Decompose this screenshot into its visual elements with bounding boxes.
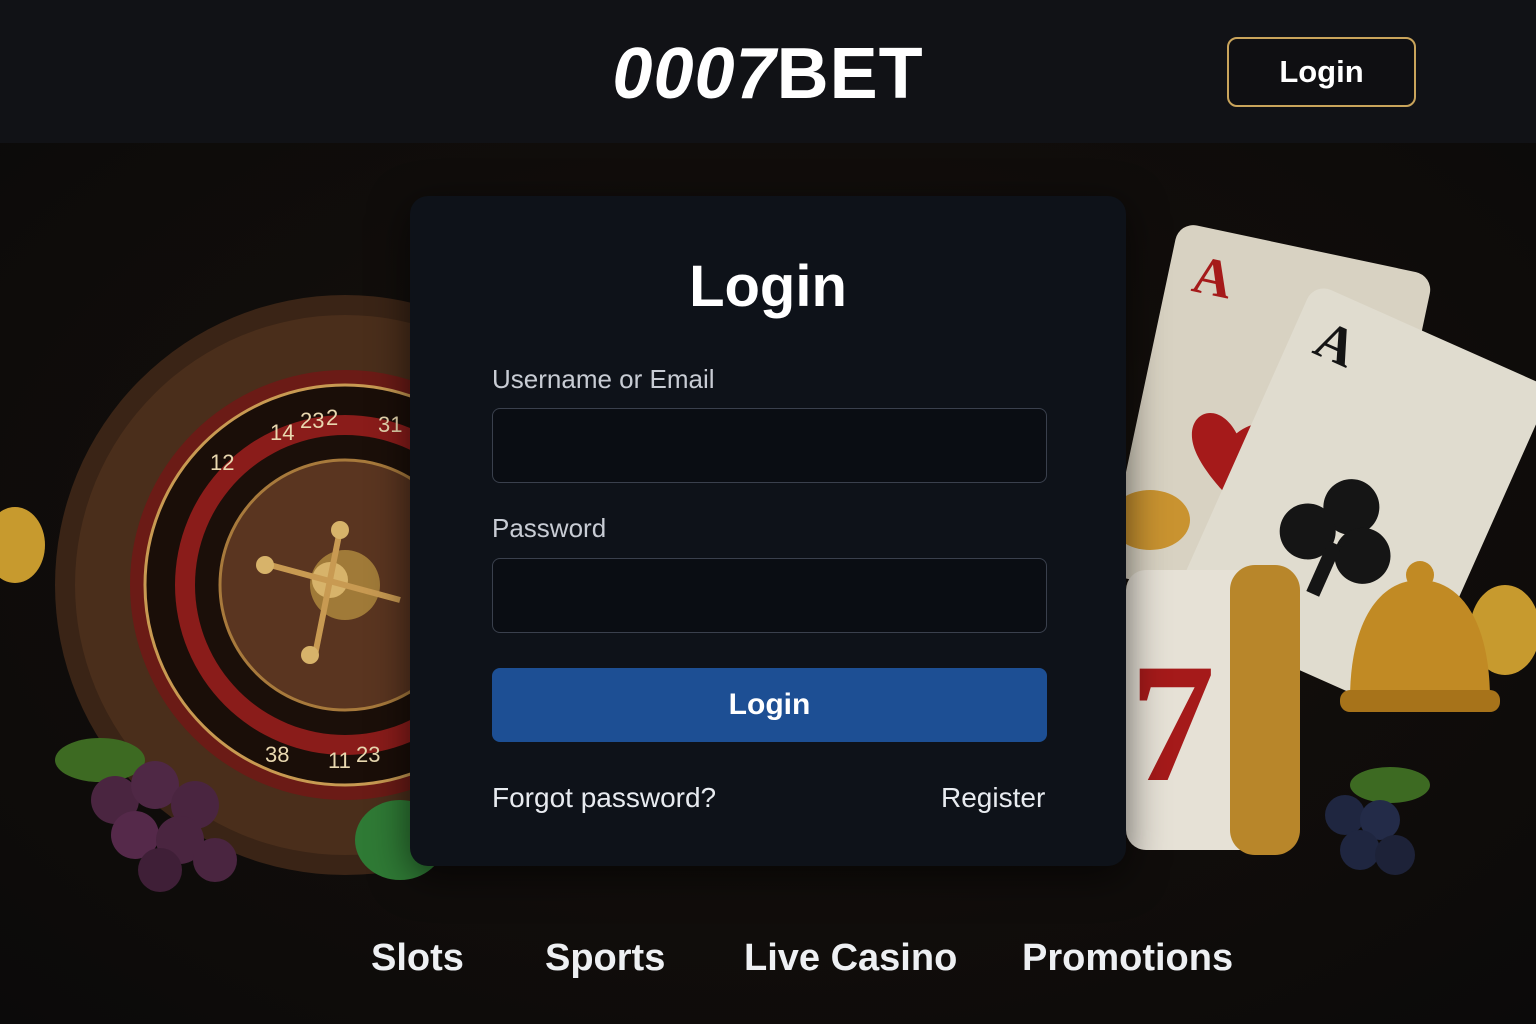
svg-text:23: 23	[300, 408, 324, 433]
password-input[interactable]	[492, 558, 1047, 633]
password-label: Password	[492, 513, 607, 543]
forgot-password-link[interactable]: Forgot password?	[492, 782, 716, 814]
coin-icon	[0, 507, 45, 583]
svg-text:38: 38	[265, 742, 289, 767]
svg-text:12: 12	[210, 450, 234, 475]
svg-text:31: 31	[378, 412, 402, 437]
register-link[interactable]: Register	[941, 782, 1045, 814]
nav-item-slots[interactable]: Slots	[371, 936, 464, 980]
username-label: Username or Email	[492, 364, 715, 394]
header-login-button[interactable]: Login	[1227, 37, 1416, 107]
svg-text:14: 14	[270, 420, 294, 445]
nav-item-promotions[interactable]: Promotions	[1022, 936, 1233, 980]
svg-text:2: 2	[326, 405, 338, 430]
username-input[interactable]	[492, 408, 1047, 483]
grapes-icon	[1325, 767, 1430, 875]
svg-text:11: 11	[328, 748, 351, 773]
svg-text:7: 7	[1130, 629, 1215, 817]
slot-machine-icon: 7	[1126, 565, 1300, 855]
nav-item-sports[interactable]: Sports	[545, 936, 665, 980]
svg-text:23: 23	[356, 742, 380, 767]
nav-item-live-casino[interactable]: Live Casino	[744, 936, 957, 980]
login-submit-button[interactable]: Login	[492, 668, 1047, 742]
login-title: Login	[689, 254, 847, 319]
